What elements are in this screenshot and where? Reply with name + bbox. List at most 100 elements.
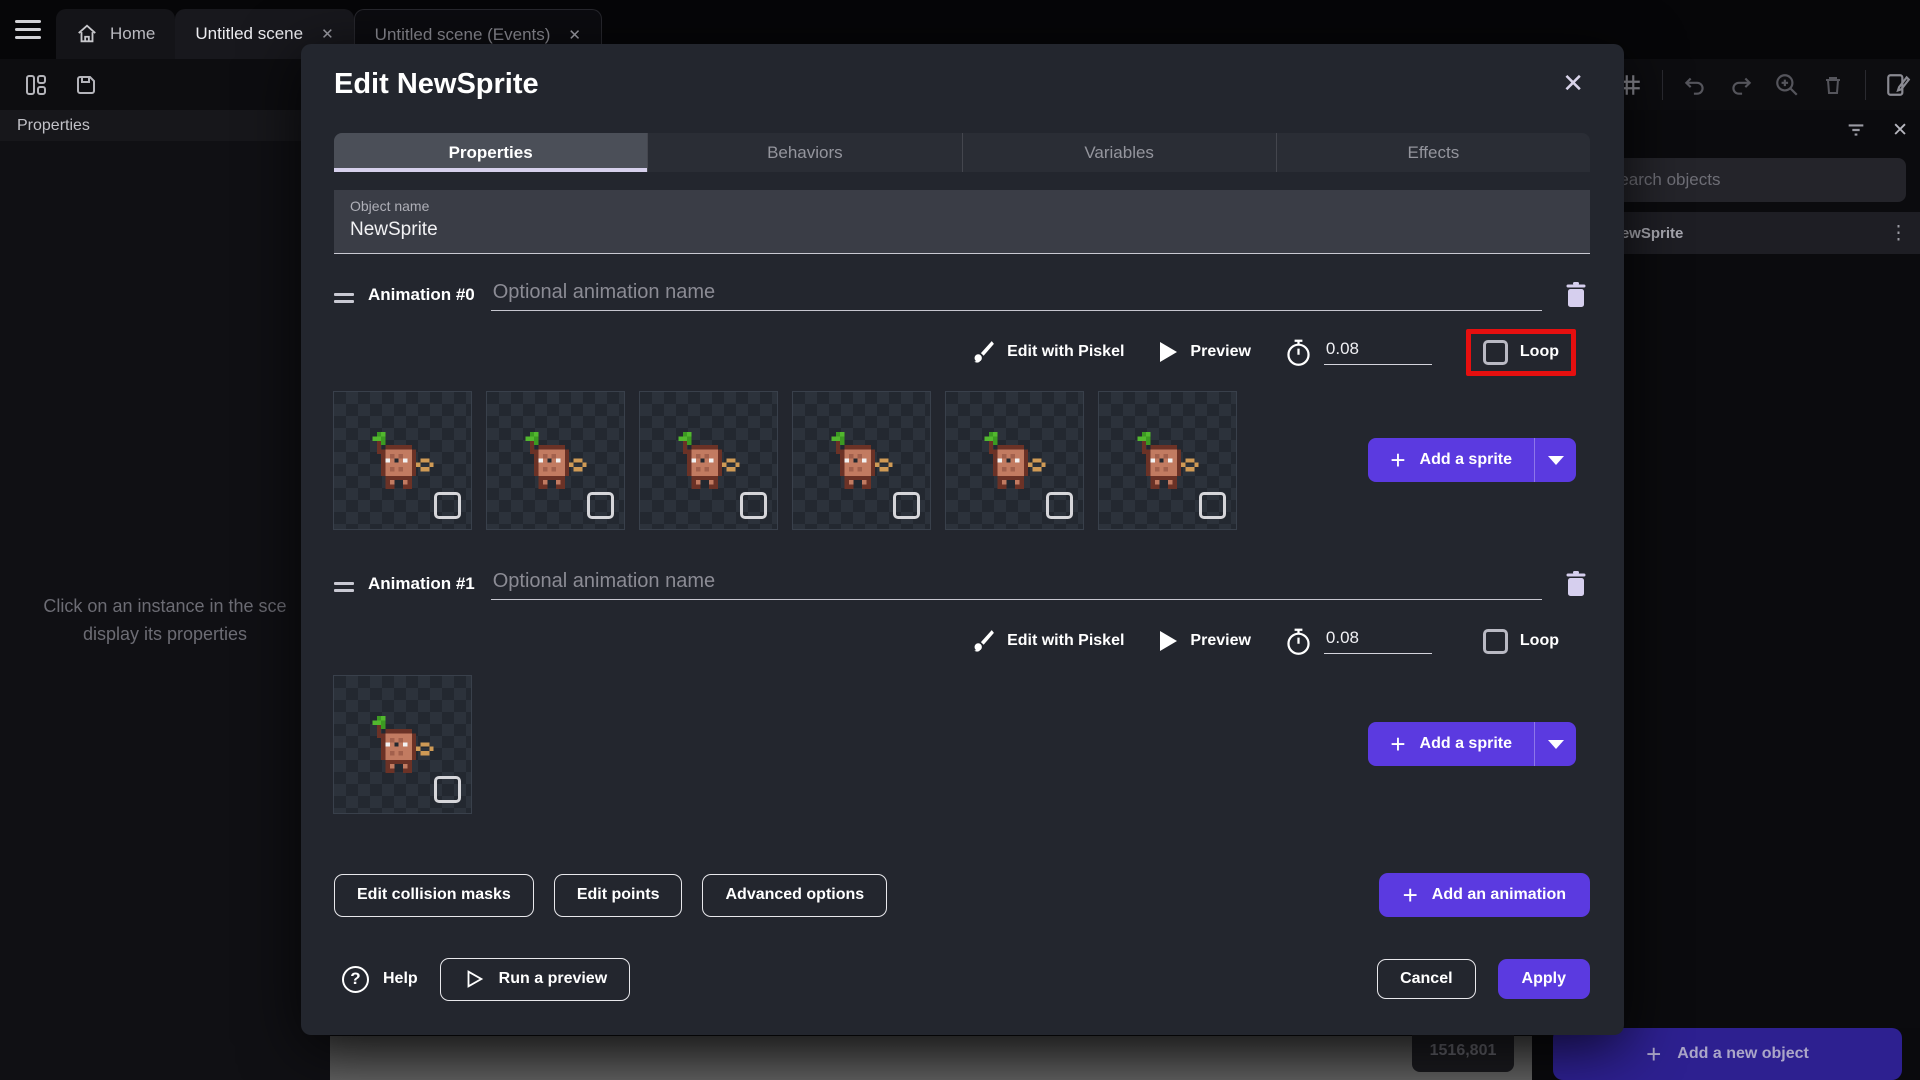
object-menu-icon[interactable]: ⋮ bbox=[1889, 222, 1908, 245]
edit-points-button[interactable]: Edit points bbox=[553, 873, 683, 917]
edit-with-piskel-button[interactable]: Edit with Piskel bbox=[969, 628, 1124, 654]
play-icon bbox=[1160, 342, 1178, 362]
help-button[interactable]: ? Help bbox=[334, 965, 418, 993]
zoom-in-icon[interactable] bbox=[1773, 71, 1801, 99]
tab-events-label: Untitled scene (Events) bbox=[374, 24, 551, 44]
add-new-object-label: Add a new object bbox=[1677, 1045, 1809, 1062]
add-sprite-dropdown-button[interactable] bbox=[1534, 722, 1576, 766]
add-sprite-dropdown-button[interactable] bbox=[1534, 438, 1576, 482]
animation-label: Animation #1 bbox=[368, 574, 475, 593]
close-panel-icon[interactable]: ✕ bbox=[1892, 119, 1908, 142]
project-manager-icon[interactable] bbox=[22, 71, 50, 99]
edit-scene-properties-icon[interactable] bbox=[1884, 71, 1912, 99]
close-tab-icon[interactable]: ✕ bbox=[321, 25, 334, 43]
play-outline-icon bbox=[467, 970, 483, 988]
frame-time-input[interactable]: 0.08 bbox=[1323, 339, 1432, 365]
animation-name-input[interactable] bbox=[490, 570, 1542, 600]
cancel-button[interactable]: Cancel bbox=[1377, 959, 1476, 999]
sprite-frame-thumbnail[interactable] bbox=[333, 391, 472, 530]
tab-home[interactable]: Home bbox=[56, 9, 176, 59]
sprite-frame-thumbnail[interactable] bbox=[639, 391, 778, 530]
advanced-options-button[interactable]: Advanced options bbox=[702, 873, 888, 917]
apply-button[interactable]: Apply bbox=[1497, 959, 1590, 999]
edit-collision-masks-button[interactable]: Edit collision masks bbox=[334, 873, 534, 917]
add-sprite-main-button[interactable]: + Add a sprite bbox=[1368, 438, 1534, 482]
animation-name-input[interactable] bbox=[490, 281, 1542, 311]
frame-select-checkbox[interactable] bbox=[1199, 492, 1226, 519]
frames-row: + Add a sprite bbox=[333, 675, 1590, 814]
frames-row: + Add a sprite bbox=[333, 391, 1590, 530]
chevron-down-icon bbox=[1547, 739, 1564, 749]
object-name-label: Object name bbox=[350, 198, 430, 214]
close-tab-icon[interactable]: ✕ bbox=[568, 26, 581, 44]
add-sprite-button: + Add a sprite bbox=[1368, 438, 1576, 482]
tab-properties[interactable]: Properties bbox=[334, 133, 648, 172]
frame-select-checkbox[interactable] bbox=[1046, 492, 1073, 519]
tab-scene-label: Untitled scene bbox=[195, 24, 304, 43]
undo-icon[interactable] bbox=[1681, 71, 1709, 99]
preview-button[interactable]: Preview bbox=[1158, 341, 1251, 363]
delete-animation-button[interactable] bbox=[1564, 281, 1590, 311]
loop-control: Loop bbox=[1465, 328, 1576, 376]
pig-sprite-image bbox=[831, 432, 893, 489]
object-name-field[interactable]: Object name NewSprite bbox=[334, 190, 1590, 254]
preview-button[interactable]: Preview bbox=[1158, 630, 1251, 652]
animation-section: Animation #1 Edit with Piskel Preview 0.… bbox=[333, 564, 1590, 814]
drag-handle-icon[interactable] bbox=[334, 578, 358, 600]
animations-list: Animation #0 Edit with Piskel Preview 0.… bbox=[333, 275, 1590, 814]
tab-home-label: Home bbox=[110, 24, 156, 43]
drag-handle-icon[interactable] bbox=[334, 289, 358, 311]
plus-icon: + bbox=[1390, 445, 1406, 475]
frame-time-control: 0.08 bbox=[1285, 627, 1432, 656]
sprite-frame-thumbnail[interactable] bbox=[1098, 391, 1237, 530]
edit-sprite-dialog: Edit NewSprite ✕ Properties Behaviors Va… bbox=[301, 44, 1624, 1035]
tab-effects[interactable]: Effects bbox=[1275, 133, 1590, 172]
home-icon bbox=[78, 24, 96, 43]
frame-select-checkbox[interactable] bbox=[893, 492, 920, 519]
plus-icon: + bbox=[1402, 879, 1418, 910]
frame-select-checkbox[interactable] bbox=[740, 492, 767, 519]
tab-behaviors[interactable]: Behaviors bbox=[647, 133, 961, 172]
loop-checkbox[interactable] bbox=[1482, 628, 1508, 654]
frame-select-checkbox[interactable] bbox=[434, 776, 461, 803]
frame-time-input[interactable]: 0.08 bbox=[1323, 628, 1432, 654]
loop-control: Loop bbox=[1466, 618, 1576, 665]
add-animation-button[interactable]: + Add an animation bbox=[1378, 873, 1590, 917]
sprite-frame-thumbnail[interactable] bbox=[333, 675, 472, 814]
loop-checkbox[interactable] bbox=[1482, 339, 1508, 365]
plus-icon: + bbox=[1390, 729, 1406, 759]
help-icon: ? bbox=[342, 965, 369, 993]
app-window: Home Untitled scene ✕ Untitled scene (Ev… bbox=[0, 0, 1920, 1080]
sprite-frame-thumbnail[interactable] bbox=[792, 391, 931, 530]
delete-animation-button[interactable] bbox=[1564, 570, 1590, 600]
objects-panel: ✕ Search objects NewSprite ⋮ bbox=[1580, 110, 1920, 1028]
chevron-down-icon bbox=[1547, 455, 1564, 465]
tab-variables[interactable]: Variables bbox=[961, 133, 1276, 172]
pig-sprite-image bbox=[984, 432, 1046, 489]
sprite-frame-thumbnail[interactable] bbox=[945, 391, 1084, 530]
redo-icon[interactable] bbox=[1727, 71, 1755, 99]
dialog-close-icon[interactable]: ✕ bbox=[1562, 68, 1584, 99]
dialog-tab-bar: Properties Behaviors Variables Effects bbox=[334, 133, 1590, 172]
stopwatch-icon bbox=[1287, 339, 1310, 366]
object-list-item[interactable]: NewSprite ⋮ bbox=[1580, 212, 1920, 254]
edit-with-piskel-button[interactable]: Edit with Piskel bbox=[969, 339, 1124, 365]
run-preview-button[interactable]: Run a preview bbox=[439, 957, 631, 1001]
brush-icon bbox=[974, 341, 994, 363]
pig-sprite-image bbox=[525, 432, 587, 489]
delete-icon[interactable] bbox=[1819, 71, 1847, 99]
filter-icon[interactable] bbox=[1842, 116, 1870, 144]
add-sprite-main-button[interactable]: + Add a sprite bbox=[1368, 722, 1534, 766]
main-menu-button[interactable] bbox=[0, 0, 56, 59]
sprite-frame-thumbnail[interactable] bbox=[486, 391, 625, 530]
save-icon[interactable] bbox=[72, 71, 100, 99]
animation-label: Animation #0 bbox=[368, 285, 475, 304]
frame-select-checkbox[interactable] bbox=[587, 492, 614, 519]
brush-icon bbox=[974, 630, 994, 652]
add-new-object-button[interactable]: + Add a new object bbox=[1553, 1028, 1902, 1080]
properties-panel: Click on an instance in the sce display … bbox=[0, 141, 330, 1080]
frame-select-checkbox[interactable] bbox=[434, 492, 461, 519]
dialog-title: Edit NewSprite bbox=[334, 68, 539, 100]
search-objects-input[interactable]: Search objects bbox=[1592, 158, 1906, 202]
animation-section: Animation #0 Edit with Piskel Preview 0.… bbox=[333, 275, 1590, 530]
